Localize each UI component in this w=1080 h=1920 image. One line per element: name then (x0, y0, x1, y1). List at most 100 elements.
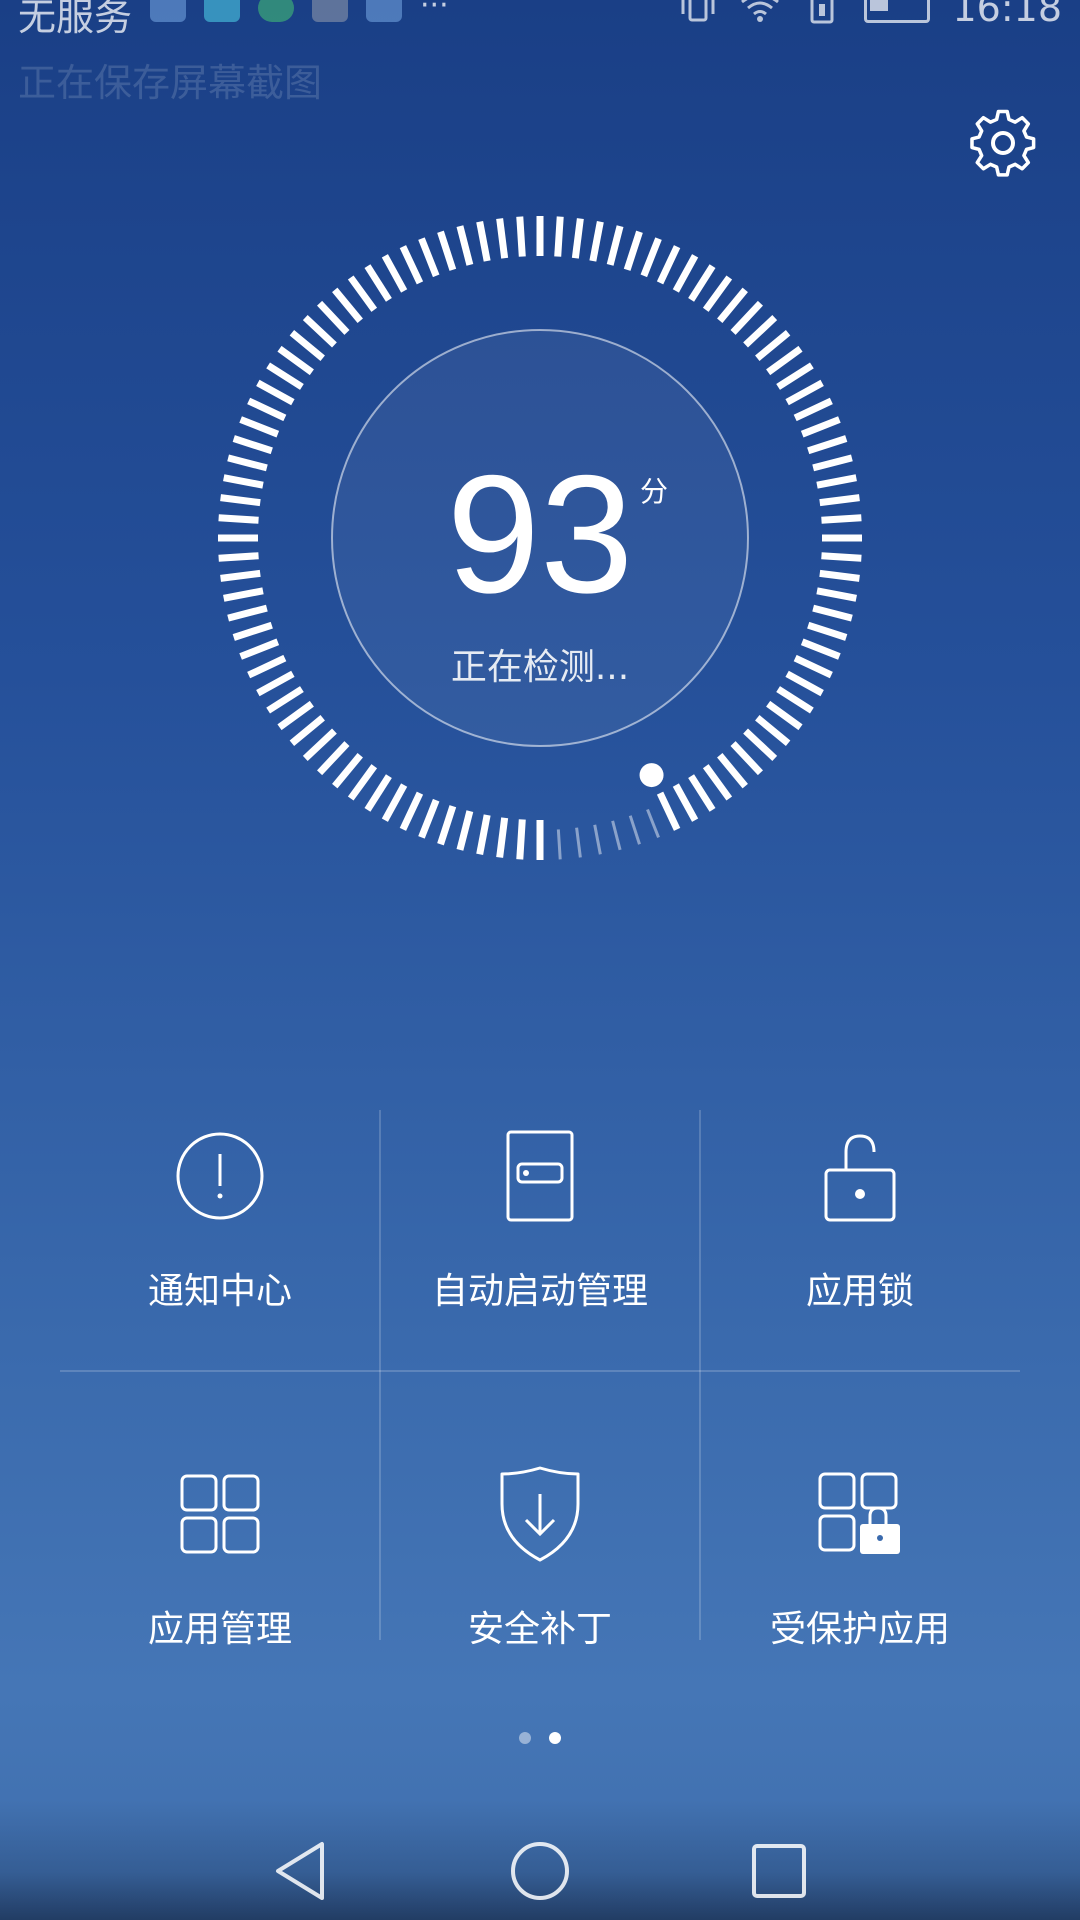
tick-active (743, 728, 778, 761)
tick-active (364, 264, 392, 302)
recents-icon[interactable] (744, 1836, 814, 1906)
back-icon[interactable] (266, 1836, 336, 1906)
tick-active (232, 621, 273, 641)
tick-active (437, 805, 457, 846)
tick-active (399, 791, 424, 831)
tick-active (516, 216, 526, 257)
grid-divider (60, 1370, 1020, 1372)
tick-active (496, 817, 509, 858)
tick-active (347, 764, 378, 801)
unlock-icon (824, 1134, 896, 1222)
tick-active (640, 237, 662, 278)
tick-active (776, 686, 814, 714)
tick-active (347, 275, 378, 312)
tick-inactive (575, 827, 582, 858)
tick-active (381, 783, 408, 822)
tick-active (672, 254, 699, 293)
tile-security-patch[interactable]: 安全补丁 (380, 1464, 700, 1652)
protected-apps-icon (818, 1472, 900, 1554)
startup-card-icon (506, 1130, 574, 1222)
tick-active (289, 330, 325, 361)
tick-active (476, 221, 491, 262)
tick-active (277, 345, 314, 376)
shield-download-icon (500, 1466, 580, 1562)
tick-active (755, 715, 791, 746)
tick-active (302, 728, 337, 761)
tile-label: 受保护应用 (769, 1609, 950, 1650)
tick-active (766, 700, 803, 731)
tick-active (418, 798, 440, 839)
tick-active (672, 783, 699, 822)
tick-active (766, 345, 803, 376)
tick-active (554, 216, 564, 257)
tick-active (807, 435, 848, 455)
tick-active (381, 254, 408, 293)
tick-active (302, 315, 337, 348)
page-dot[interactable] (519, 1732, 531, 1744)
tick-inactive (611, 820, 622, 851)
tick-active (456, 810, 474, 851)
tile-app-manager[interactable]: 应用管理 (60, 1464, 380, 1652)
tick-active (437, 230, 457, 271)
tick-active (332, 753, 363, 789)
tick-active (266, 362, 304, 390)
score-unit: 分 (640, 475, 669, 508)
tick-active (717, 753, 748, 789)
tick-inactive (593, 824, 602, 855)
tick-active (247, 397, 287, 422)
page-dot-active[interactable] (549, 1732, 561, 1744)
tick-active (688, 264, 716, 302)
tick-inactive (628, 815, 641, 845)
tick-active (656, 245, 681, 285)
tick-active (800, 416, 841, 438)
tick-active (717, 287, 748, 323)
tick-active (793, 397, 833, 422)
tick-active (730, 300, 763, 335)
home-icon[interactable] (505, 1836, 575, 1906)
tick-active (277, 700, 314, 731)
tick-inactive (646, 808, 660, 838)
tick-active (239, 416, 280, 438)
tick-active (332, 287, 363, 323)
scan-status: 正在检测... (450, 647, 630, 688)
tick-inactive (556, 829, 562, 860)
tick-active (807, 621, 848, 641)
tile-app-lock[interactable]: 应用锁 (700, 1126, 1020, 1314)
progress-indicator-dot (639, 763, 664, 788)
tick-active (656, 791, 681, 831)
tile-label: 应用管理 (147, 1609, 292, 1650)
score-value: 93 (446, 440, 634, 628)
tick-active (399, 245, 424, 285)
tick-active (496, 218, 509, 259)
tick-active (785, 379, 824, 406)
tick-active (688, 774, 716, 812)
tick-active (776, 362, 814, 390)
tile-label: 安全补丁 (467, 1609, 612, 1650)
app-grid-icon (180, 1474, 260, 1554)
tick-active (289, 715, 325, 746)
tick-active (232, 435, 273, 455)
navigation-bar (0, 1800, 1080, 1920)
tick-active (571, 218, 584, 259)
alert-circle-icon (176, 1132, 264, 1220)
tick-active (317, 300, 350, 335)
tick-active (516, 819, 526, 860)
page-indicator (0, 1732, 1080, 1744)
tick-active (623, 230, 643, 271)
tick-active (589, 221, 604, 262)
tick-active (418, 237, 440, 278)
tick-active (702, 275, 733, 312)
tick-active (606, 225, 624, 266)
tick-active (755, 330, 791, 361)
tile-notification-center[interactable]: 通知中心 (60, 1126, 380, 1314)
phone-manager-screen: 无服务 ··· 16:18 正在保存屏幕截图 93 分 正在检测... 通知中心… (0, 0, 1080, 1920)
tick-active (730, 741, 763, 776)
tick-active (456, 225, 474, 266)
tick-active (702, 764, 733, 801)
tile-auto-start[interactable]: 自动启动管理 (380, 1126, 700, 1314)
tile-label: 自动启动管理 (431, 1271, 648, 1312)
tile-label: 应用锁 (805, 1271, 914, 1312)
tick-active (317, 741, 350, 776)
feature-grid: 通知中心 自动启动管理 应用锁 应用管理 安全补丁 受保护应用 (60, 1110, 1020, 1650)
tile-protected-apps[interactable]: 受保护应用 (700, 1464, 1020, 1652)
